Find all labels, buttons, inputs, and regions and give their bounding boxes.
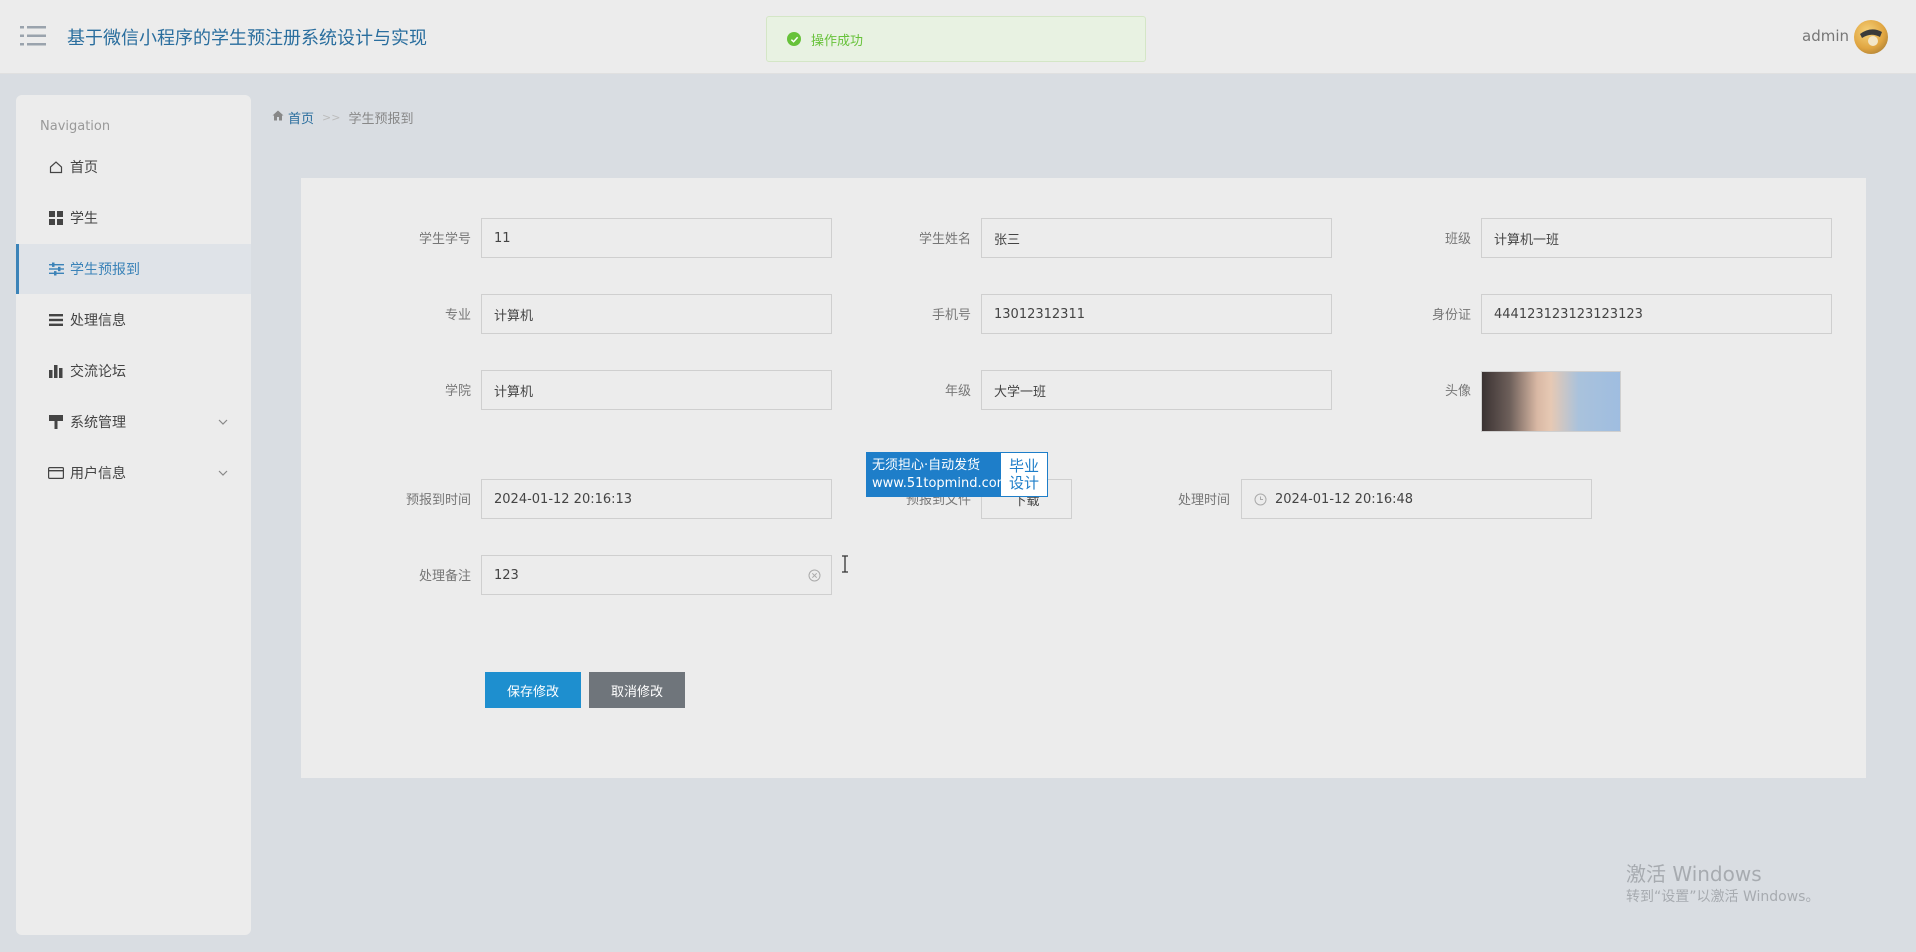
sidebar-item-students[interactable]: 学生: [16, 193, 251, 243]
class-label: 班级: [1444, 232, 1471, 247]
card-icon: [48, 465, 64, 481]
nav-heading: Navigation: [40, 119, 111, 134]
sliders-icon: [48, 261, 64, 277]
student-name-label: 学生姓名: [918, 232, 971, 247]
process-time-input[interactable]: 2024-01-12 20:16:48: [1241, 479, 1592, 519]
process-note-value: 123: [494, 567, 519, 583]
sidebar-item-user-info[interactable]: 用户信息: [16, 448, 251, 498]
windows-activation-title: 激活 Windows: [1626, 862, 1762, 886]
windows-activation-subtitle: 转到“设置”以激活 Windows。: [1626, 889, 1820, 905]
major-label: 专业: [444, 308, 471, 323]
process-time-label: 处理时间: [1177, 493, 1230, 508]
student-id-label: 学生学号: [418, 232, 471, 247]
process-note-input[interactable]: 123: [481, 555, 832, 595]
prereg-time-input[interactable]: 2024-01-12 20:16:13: [481, 479, 832, 519]
phone-label: 手机号: [931, 308, 971, 323]
paint-brush-icon: [48, 414, 64, 430]
bar-chart-icon: [48, 363, 64, 379]
app-title: 基于微信小程序的学生预注册系统设计与实现: [67, 28, 427, 49]
clear-icon[interactable]: [808, 569, 821, 582]
sidebar-item-home[interactable]: 首页: [16, 142, 251, 192]
home-icon: [48, 159, 64, 175]
sidebar-item-label: 学生: [70, 211, 98, 227]
process-note-label: 处理备注: [418, 569, 471, 584]
sidebar-item-processing-info[interactable]: 处理信息: [16, 295, 251, 345]
grade-input[interactable]: 大学一班: [981, 370, 1332, 410]
save-button[interactable]: 保存修改: [485, 672, 581, 708]
grade-label: 年级: [944, 384, 971, 399]
prereg-time-label: 预报到时间: [405, 493, 471, 508]
menu-toggle-icon[interactable]: [20, 24, 46, 48]
list-icon: [48, 312, 64, 328]
sidebar-item-label: 交流论坛: [70, 364, 126, 380]
sidebar-item-label: 用户信息: [70, 466, 126, 482]
sidebar-item-label: 处理信息: [70, 313, 126, 329]
cancel-button[interactable]: 取消修改: [589, 672, 685, 708]
grid-icon: [48, 210, 64, 226]
promo-watermark: 无须担心·自动发货 www.51topmind.com 毕业 设计: [866, 452, 1048, 497]
breadcrumb-current: 学生预报到: [348, 112, 414, 127]
avatar-photo[interactable]: [1481, 371, 1621, 432]
clock-icon: [1254, 493, 1267, 506]
phone-input[interactable]: 13012312311: [981, 294, 1332, 334]
edit-form-panel: 学生学号 11 学生姓名 张三 班级 计算机一班 专业 计算机 手机号 1301…: [301, 178, 1866, 778]
promo-badge-line2: 设计: [1008, 473, 1039, 492]
top-header: 基于微信小程序的学生预注册系统设计与实现 操作成功 admin: [0, 0, 1916, 74]
breadcrumb-home-link[interactable]: 首页: [288, 108, 314, 127]
breadcrumb-separator: >>: [322, 111, 341, 124]
sidebar-item-label: 系统管理: [70, 415, 126, 431]
sidebar-item-forum[interactable]: 交流论坛: [16, 346, 251, 396]
sidebar-item-system-management[interactable]: 系统管理: [16, 397, 251, 447]
avatar-label: 头像: [1444, 384, 1471, 399]
student-id-input[interactable]: 11: [481, 218, 832, 258]
home-icon: [272, 110, 284, 125]
breadcrumb: 首页 >> 学生预报到: [272, 108, 413, 127]
text-cursor-icon: [840, 555, 850, 573]
check-circle-icon: [787, 32, 801, 46]
success-toast: 操作成功: [766, 16, 1146, 62]
student-name-input[interactable]: 张三: [981, 218, 1332, 258]
college-label: 学院: [444, 384, 471, 399]
promo-slogan: 无须担心·自动发货: [872, 457, 981, 473]
college-input[interactable]: 计算机: [481, 370, 832, 410]
major-input[interactable]: 计算机: [481, 294, 832, 334]
id-card-input[interactable]: 444123123123123123: [1481, 294, 1832, 334]
chevron-down-icon: [217, 416, 229, 428]
sidebar-item-label: 学生预报到: [70, 262, 140, 278]
process-time-value: 2024-01-12 20:16:48: [1275, 491, 1414, 507]
promo-badge-line1: 毕业: [1008, 456, 1039, 475]
sidebar-item-pre-registration[interactable]: 学生预报到: [16, 244, 251, 294]
toast-message: 操作成功: [811, 33, 864, 49]
chevron-down-icon: [217, 467, 229, 479]
sidebar-item-label: 首页: [70, 160, 98, 176]
user-name[interactable]: admin: [1802, 27, 1849, 45]
promo-url: www.51topmind.com: [872, 475, 1010, 491]
sidebar: Navigation 首页 学生 学生预报到 处理信息 交流论坛 系统管理 用户…: [16, 95, 251, 935]
id-card-label: 身份证: [1431, 308, 1471, 323]
class-input[interactable]: 计算机一班: [1481, 218, 1832, 258]
avatar[interactable]: [1854, 20, 1888, 54]
